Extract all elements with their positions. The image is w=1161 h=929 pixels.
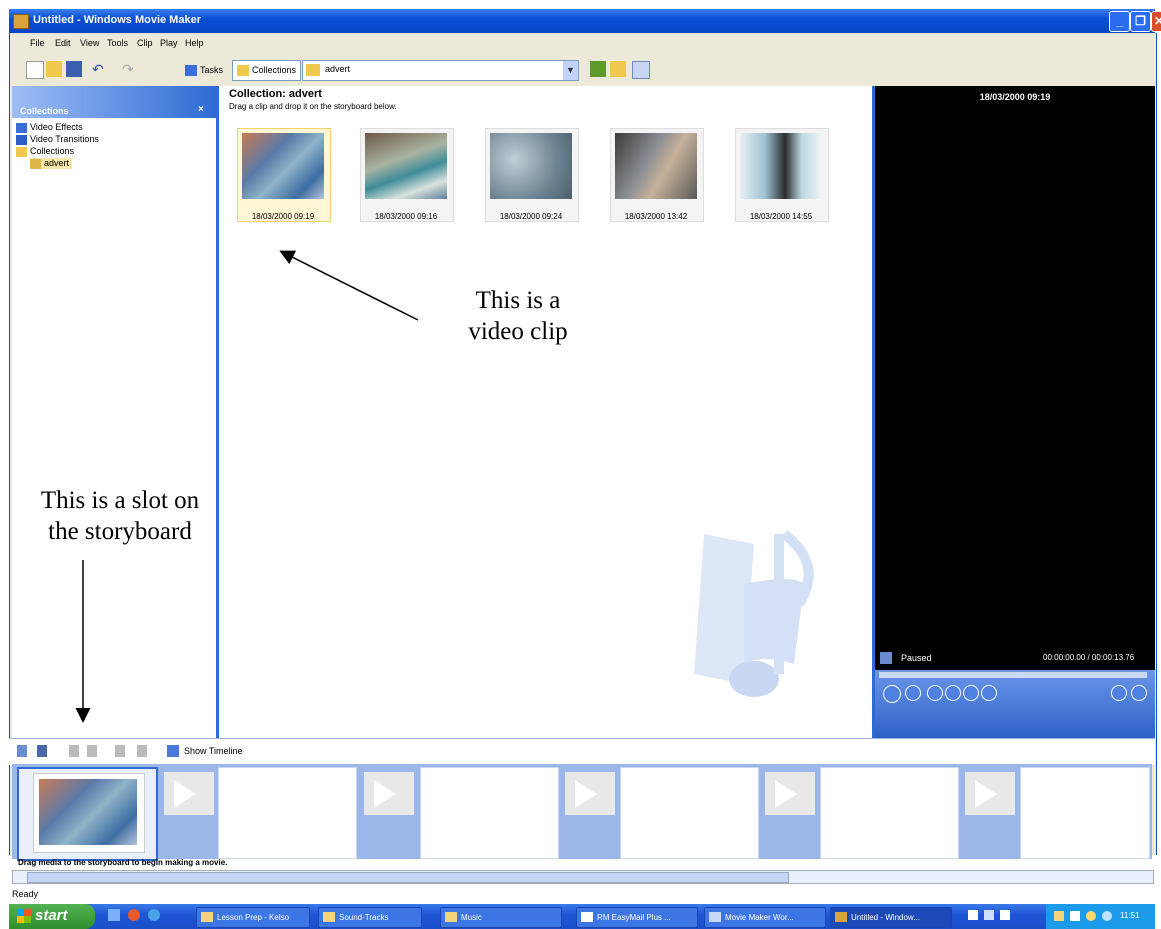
clip-arrow (279, 250, 419, 321)
annotation-arrows (75, 250, 419, 723)
